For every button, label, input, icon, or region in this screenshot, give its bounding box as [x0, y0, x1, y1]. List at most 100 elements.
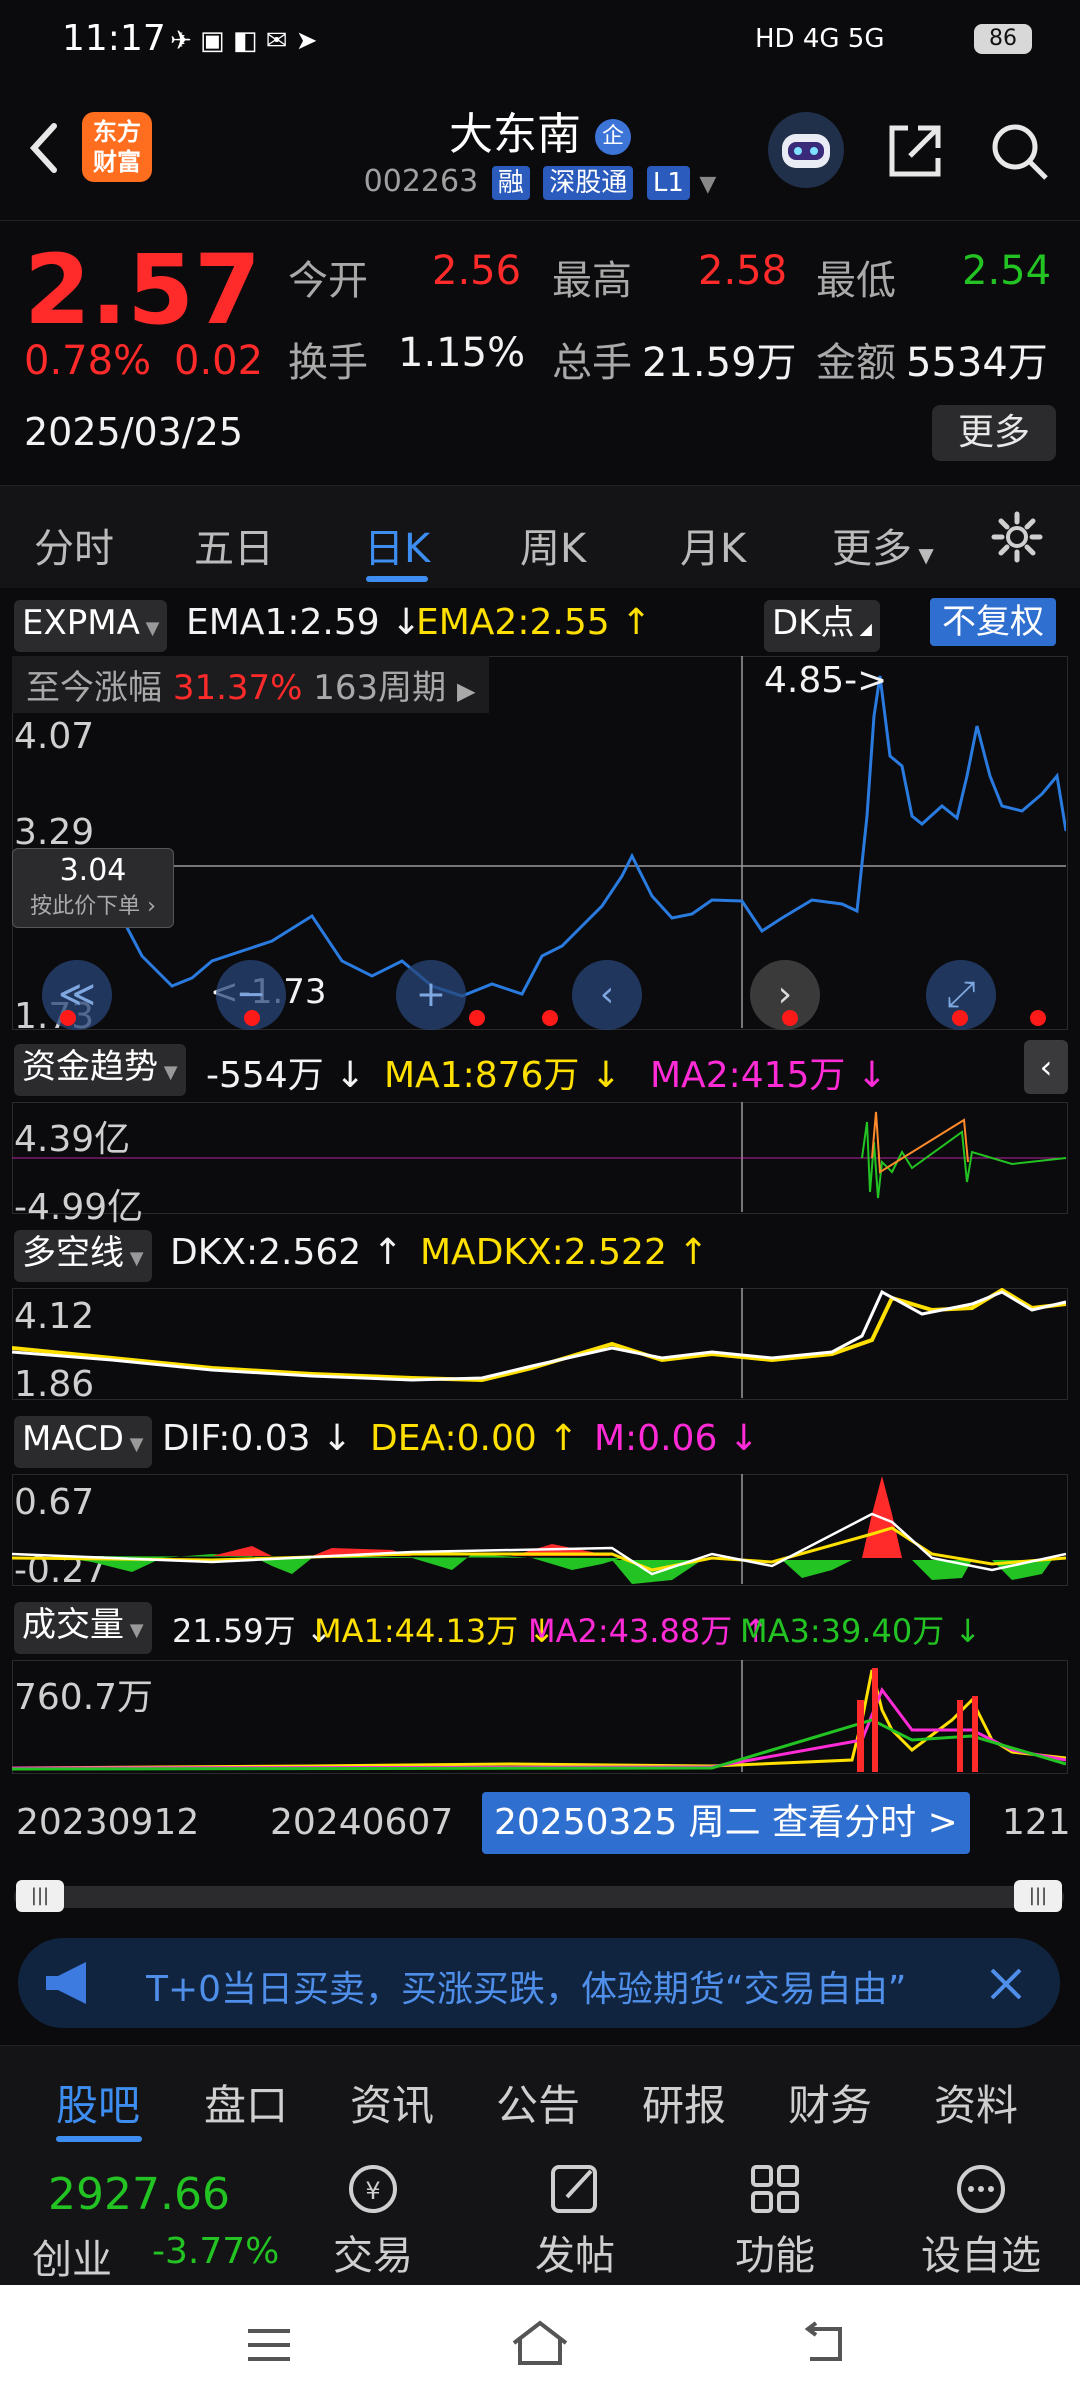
tab-announcements[interactable]: 公告 [496, 2072, 580, 2133]
home-icon[interactable] [508, 2317, 572, 2369]
main-indicator-dropdown[interactable]: EXPMA ▼ [14, 600, 168, 652]
volume-value: 21.59万 [642, 340, 797, 386]
close-icon[interactable] [986, 1964, 1026, 2004]
volume-ma1: MA1:44.13万 ↓ [314, 1612, 556, 1650]
caret-down-icon: ▼ [158, 1062, 178, 1083]
add-watchlist-button[interactable]: 设自选 [906, 2159, 1056, 2281]
fund-value: -554万 ↓ [206, 1055, 366, 1096]
caret-down-icon: ▼ [124, 1620, 144, 1641]
tab-news[interactable]: 资讯 [350, 2072, 434, 2133]
low-label: 最低 [816, 258, 896, 304]
tab-profile[interactable]: 资料 [934, 2072, 1018, 2133]
dk-point-label: DK点 [772, 603, 855, 643]
tab-financials[interactable]: 财务 [788, 2072, 872, 2133]
crosshair-price-tag[interactable]: 3.04 按此价下单 › [12, 848, 174, 928]
open-value: 2.56 [432, 248, 522, 294]
stock-code: 002263 [363, 164, 479, 199]
menu-icon[interactable] [244, 2323, 294, 2367]
turnover-value: 1.15% [398, 330, 526, 376]
macd-indicator-label: MACD [22, 1419, 124, 1459]
scrollbar-left-handle[interactable]: ||| [16, 1880, 64, 1912]
tab-forum[interactable]: 股吧 [56, 2072, 140, 2133]
amount-label: 金额 [816, 340, 896, 386]
tab-more-label: 更多 [832, 526, 912, 572]
tab-monthly-k[interactable]: 月K [680, 516, 746, 574]
settings-gear-icon[interactable] [990, 510, 1044, 564]
bottom-dock: 2927.66 创业 -3.77% ¥ 交易 发帖 功能 设自选 [0, 2145, 1080, 2285]
grid-functions-icon [751, 2165, 799, 2213]
volume-indicator-dropdown[interactable]: 成交量 ▼ [14, 1602, 152, 1654]
change-amount: 0.02 [174, 338, 264, 384]
index-widget[interactable]: 2927.66 创业 -3.77% [20, 2145, 300, 2285]
functions-button[interactable]: 功能 [720, 2159, 830, 2281]
search-icon[interactable] [988, 120, 1052, 184]
index-value: 2927.66 [48, 2169, 230, 2220]
share-icon[interactable] [884, 120, 946, 182]
chart-scrollbar[interactable] [14, 1886, 1064, 1908]
more-dots-icon [957, 2165, 1005, 2213]
macd-dif: DIF:0.03 ↓ [162, 1418, 353, 1459]
volume-ma2: MA2:43.88万 ↑ [528, 1612, 770, 1650]
dkx-value: DKX:2.562 ↑ [170, 1232, 403, 1273]
dk-point-button[interactable]: DK点 ◢ [764, 600, 880, 652]
volume-label: 总手 [552, 340, 632, 386]
trade-button[interactable]: ¥ 交易 [318, 2159, 428, 2281]
order-at-price-label: 按此价下单 [30, 894, 141, 919]
megaphone-icon [46, 1962, 86, 2004]
volume-ma3: MA3:39.40万 ↓ [740, 1612, 982, 1650]
tab-order-book[interactable]: 盘口 [204, 2072, 288, 2133]
tab-more[interactable]: 更多 ▼ [832, 516, 934, 574]
dkx-indicator-dropdown[interactable]: 多空线 ▼ [14, 1230, 152, 1282]
amount-value: 5534万 [906, 340, 1048, 386]
caret-down-icon: ▼ [912, 543, 934, 567]
tab-intraday[interactable]: 分时 [34, 516, 114, 574]
promo-banner[interactable]: T+0当日买卖，买涨买跌，体验期货“交易自由” [18, 1938, 1060, 2028]
stock-header: 东方财富 大东南 企 002263 融 深股通 L1 ▼ [0, 80, 1080, 221]
trade-icon: ¥ [349, 2165, 397, 2213]
change-percent: 0.78% [24, 338, 152, 384]
connect-tag: 深股通 [543, 166, 634, 200]
tab-five-day[interactable]: 五日 [194, 516, 274, 574]
fund-ma1: MA1:876万 ↓ [384, 1055, 622, 1096]
main-indicator-label: EXPMA [22, 603, 140, 643]
crosshair-price-value: 3.04 [59, 853, 127, 888]
post-button[interactable]: 发帖 [520, 2159, 630, 2281]
chevron-down-icon: ▼ [699, 172, 717, 197]
tab-research[interactable]: 研报 [642, 2072, 726, 2133]
system-nav-bar [0, 2285, 1080, 2408]
dkx-indicator-label: 多空线 [22, 1233, 124, 1273]
promo-text: T+0当日买卖，买涨买跌，体验期货“交易自由” [146, 1969, 907, 2010]
robot-assistant-icon[interactable] [768, 112, 844, 188]
back-nav-icon[interactable] [796, 2319, 852, 2369]
open-label: 今开 [288, 258, 368, 304]
caret-down-icon: ▼ [124, 1248, 144, 1269]
edit-post-icon [551, 2165, 597, 2213]
collapse-panel-icon[interactable]: ‹ [1024, 1040, 1068, 1094]
tab-daily-k[interactable]: 日K [364, 516, 430, 574]
caret-down-icon: ▼ [139, 618, 160, 639]
more-quote-button[interactable]: 更多 [932, 405, 1056, 461]
macd-m: M:0.06 ↓ [594, 1418, 759, 1459]
volume-indicator-label: 成交量 [22, 1605, 124, 1645]
volume-now: 21.59万 ↓ [172, 1612, 333, 1650]
crosshair-date-button[interactable]: 20250325 周二 查看分时 > [482, 1792, 970, 1854]
kline-chart[interactable]: EXPMA ▼ EMA1:2.59 ↓ EMA2:2.55 ↑ DK点 ◢ 不复… [0, 588, 1080, 1918]
turnover-label: 换手 [288, 340, 368, 386]
svg-text:¥: ¥ [365, 2177, 380, 2205]
macd-indicator-dropdown[interactable]: MACD ▼ [14, 1416, 152, 1468]
tab-weekly-k[interactable]: 周K [520, 516, 586, 574]
order-at-price-hint: 按此价下单 › [30, 894, 156, 919]
functions-label: 功能 [735, 2233, 815, 2279]
adjust-mode-button[interactable]: 不复权 [930, 598, 1056, 646]
low-value: 2.54 [962, 248, 1052, 294]
madkx-value: MADKX:2.522 ↑ [420, 1232, 709, 1273]
status-bar: 11:17 ✈ ▣ ◧ ✉ ➤ HD 4G 5G 86 [0, 0, 1080, 80]
x-axis-label-1: 20230912 [16, 1802, 200, 1843]
scrollbar-right-handle[interactable]: ||| [1014, 1880, 1062, 1912]
fund-ma2: MA2:415万 ↓ [650, 1055, 888, 1096]
notification-icons: ✈ ▣ ◧ ✉ ➤ [170, 26, 318, 56]
fund-indicator-dropdown[interactable]: 资金趋势 ▼ [14, 1044, 186, 1096]
high-value: 2.58 [698, 248, 788, 294]
quote-panel: 2.57 0.78% 0.02 2025/03/25 今开 2.56 最高 2.… [0, 220, 1080, 485]
ema2-value: EMA2:2.55 ↑ [416, 602, 652, 643]
